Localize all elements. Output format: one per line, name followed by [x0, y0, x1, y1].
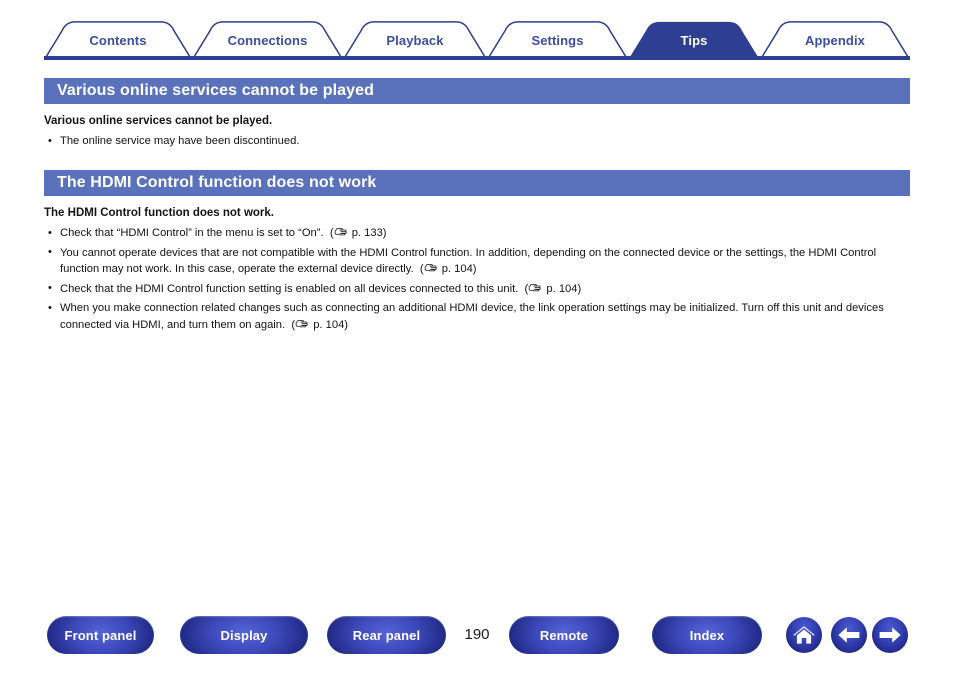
tab-label: Settings [531, 32, 584, 48]
tab-label: Tips [680, 32, 708, 48]
tab-playback[interactable]: Playback [343, 21, 487, 59]
list-item-text: Check that the HDMI Control function set… [60, 282, 519, 295]
footer-arrow-left-button[interactable] [831, 617, 867, 653]
page-reference-label: p. 104 [546, 282, 578, 295]
section-subheading: Various online services cannot be played… [44, 115, 273, 127]
pointing-hand-icon [528, 282, 543, 299]
footer-arrow-right-button[interactable] [872, 617, 908, 653]
section-header: The HDMI Control function does not work [44, 170, 910, 196]
page-reference-label: p. 104 [441, 263, 473, 275]
tab-label: Connections [227, 32, 308, 48]
footer-button-rear-panel[interactable]: Rear panel [327, 616, 446, 654]
bullet-list: The online service may have been discont… [44, 133, 912, 152]
tab-settings[interactable]: Settings [487, 21, 628, 59]
page-reference-label: p. 133 [351, 227, 383, 239]
bullet-list: Check that “HDMI Control” in the menu is… [44, 225, 912, 336]
tab-bar: Contents Connections Playback Settings Tips A… [0, 0, 954, 72]
footer-button-label: Index [689, 627, 725, 643]
tab-appendix[interactable]: Appendix [760, 21, 910, 59]
pointing-hand-icon [424, 262, 439, 279]
page-reference-link[interactable]: ( p. 133) [324, 227, 387, 239]
home-icon [792, 624, 816, 646]
arrow-left-icon [837, 626, 861, 644]
tab-label: Appendix [804, 32, 866, 48]
footer-button-index[interactable]: Index [652, 616, 762, 654]
tab-label: Playback [386, 32, 444, 48]
tab-label: Contents [89, 32, 147, 48]
footer-button-remote[interactable]: Remote [509, 616, 619, 654]
section-header-title: The HDMI Control function does not work [57, 174, 377, 191]
pointing-hand-icon [295, 318, 310, 335]
list-item: You cannot operate devices that are not … [44, 244, 912, 279]
section-header: Various online services cannot be played [44, 78, 910, 104]
tab-baseline-divider [44, 56, 910, 60]
section-header-title: Various online services cannot be played [57, 82, 375, 99]
page-number: 190 [464, 626, 490, 643]
tab-contents[interactable]: Contents [44, 21, 192, 59]
tab-list: Contents Connections Playback Settings Tips A… [44, 21, 910, 59]
list-item: Check that the HDMI Control function set… [44, 280, 912, 299]
footer-button-display[interactable]: Display [180, 616, 308, 654]
footer-button-label: Front panel [64, 627, 137, 643]
list-item-text: When you make connection related changes… [60, 302, 884, 331]
footer-button-label: Rear panel [352, 627, 421, 643]
page-reference-link[interactable]: ( p. 104) [518, 282, 582, 295]
tab-tips[interactable]: Tips [628, 21, 760, 59]
section-subheading: The HDMI Control function does not work. [44, 207, 274, 219]
pointing-hand-icon [334, 226, 349, 243]
page-reference-link[interactable]: ( p. 104) [285, 319, 348, 331]
page-reference-link[interactable]: ( p. 104) [414, 263, 477, 275]
list-item: When you make connection related changes… [44, 300, 912, 334]
arrow-right-icon [878, 626, 902, 644]
footer-navigation: 190 Front panel Display Rear panel Remote In… [0, 616, 954, 662]
footer-home-button[interactable] [786, 617, 822, 653]
footer-button-front-panel[interactable]: Front panel [47, 616, 154, 654]
footer-button-label: Remote [539, 627, 589, 643]
page-reference-label: p. 104 [313, 318, 345, 331]
list-item: Check that “HDMI Control” in the menu is… [44, 225, 912, 243]
tab-connections[interactable]: Connections [192, 21, 343, 59]
list-item-text: Check that “HDMI Control” in the menu is… [60, 227, 324, 239]
footer-button-label: Display [220, 627, 268, 643]
list-item-text: The online service may have been discont… [60, 135, 300, 147]
list-item: The online service may have been discont… [44, 133, 912, 150]
